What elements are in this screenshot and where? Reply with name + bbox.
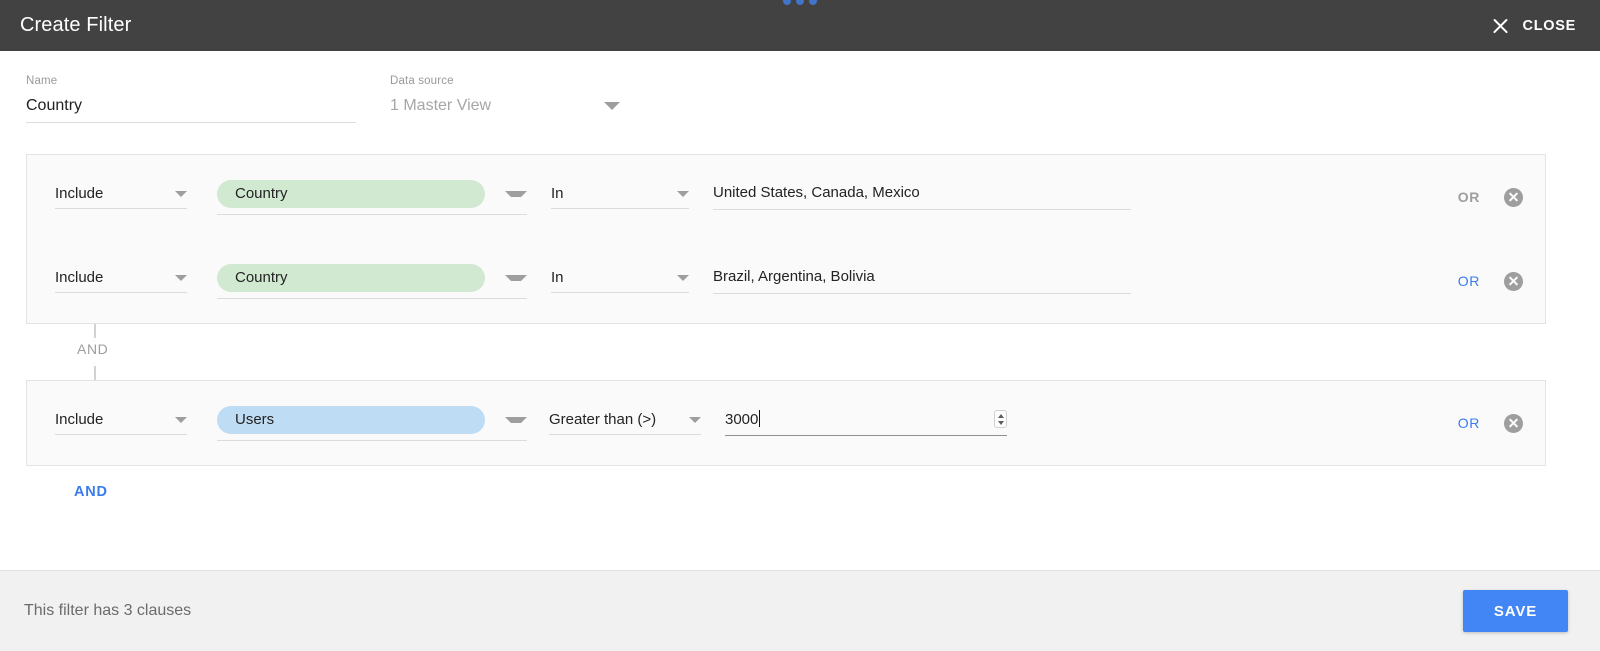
operator-value: In [551, 185, 564, 202]
filter-name-value: Country [26, 97, 83, 114]
connector-line-top [94, 324, 96, 338]
metric-select[interactable]: Users [217, 405, 527, 441]
clause-number-value: 3000 [725, 410, 761, 428]
add-and-clause-button[interactable]: AND [74, 484, 108, 500]
filter-name-label: Name [26, 75, 58, 87]
clause-value-input[interactable]: United States, Canada, Mexico [713, 184, 1131, 210]
text-cursor [759, 410, 761, 427]
clause-value: Brazil, Argentina, Bolivia [713, 268, 875, 285]
connector-line-bottom [94, 366, 96, 380]
operator-select[interactable]: In [551, 269, 689, 293]
or-button[interactable]: OR [1458, 189, 1480, 205]
operator-select[interactable]: In [551, 185, 689, 209]
data-source-label: Data source [390, 75, 454, 87]
dimension-chip: Country [217, 263, 485, 292]
chevron-down-icon [505, 416, 527, 423]
clause-area: Include Country In United States, Canada… [0, 154, 1600, 570]
and-connector: AND [26, 324, 1546, 380]
operator-value: Greater than (>) [549, 411, 657, 428]
dimension-select[interactable]: Country [217, 263, 527, 299]
or-button[interactable]: OR [1458, 415, 1480, 431]
chevron-down-icon [175, 190, 187, 197]
chevron-down-icon [505, 274, 527, 281]
chevron-down-icon [604, 102, 620, 110]
remove-clause-icon[interactable] [1504, 413, 1523, 433]
clause-row: Include Users Greater than (>) 3000 OR [27, 381, 1545, 465]
filter-meta-fields: Name Country Data source 1 Master View [0, 51, 1600, 154]
clause-row-actions: OR [1458, 187, 1523, 207]
operator-value: In [551, 269, 564, 286]
dialog-footer: This filter has 3 clauses SAVE [0, 570, 1600, 651]
or-button[interactable]: OR [1458, 273, 1480, 289]
filter-name-input[interactable]: Country [26, 97, 356, 123]
data-source-value: 1 Master View [390, 97, 492, 114]
close-icon [1490, 16, 1510, 36]
clause-row-actions: OR [1458, 271, 1523, 291]
stepper-down-icon[interactable] [997, 420, 1004, 425]
clause-count-status: This filter has 3 clauses [24, 602, 192, 619]
clause-number-input[interactable]: 3000 [725, 410, 1007, 436]
chevron-down-icon [175, 416, 187, 423]
data-source-field: Data source 1 Master View [390, 75, 620, 154]
close-button-label: CLOSE [1522, 17, 1576, 34]
data-source-select[interactable]: 1 Master View [390, 97, 620, 122]
dimension-select[interactable]: Country [217, 179, 527, 215]
clause-row: Include Country In United States, Canada… [27, 155, 1545, 239]
dimension-chip: Country [217, 179, 485, 208]
chevron-down-icon [677, 190, 689, 197]
clause-group: Include Country In United States, Canada… [26, 154, 1546, 324]
more-dots-icon [783, 0, 817, 5]
clause-value-input[interactable]: Brazil, Argentina, Bolivia [713, 268, 1131, 294]
clause-row: Include Country In Brazil, Argentina, Bo… [27, 239, 1545, 323]
remove-clause-icon[interactable] [1504, 271, 1523, 291]
chevron-down-icon [505, 190, 527, 197]
include-value: Include [55, 411, 104, 428]
filter-name-field: Name Country [26, 75, 356, 154]
clause-value: United States, Canada, Mexico [713, 184, 920, 201]
dialog-titlebar: Create Filter CLOSE [0, 0, 1600, 51]
chevron-down-icon [689, 416, 701, 423]
close-button[interactable]: CLOSE [1490, 16, 1576, 36]
chevron-down-icon [175, 274, 187, 281]
include-select[interactable]: Include [55, 185, 187, 209]
operator-select[interactable]: Greater than (>) [549, 411, 701, 435]
remove-clause-icon[interactable] [1504, 187, 1523, 207]
include-value: Include [55, 269, 104, 286]
save-button[interactable]: SAVE [1463, 590, 1568, 632]
page-title: Create Filter [20, 14, 132, 36]
clause-row-actions: OR [1458, 413, 1523, 433]
include-select[interactable]: Include [55, 411, 187, 435]
include-value: Include [55, 185, 104, 202]
metric-chip: Users [217, 405, 485, 434]
clause-group: Include Users Greater than (>) 3000 OR [26, 380, 1546, 466]
number-stepper[interactable] [994, 410, 1007, 428]
chevron-down-icon [677, 274, 689, 281]
stepper-up-icon[interactable] [997, 413, 1004, 418]
include-select[interactable]: Include [55, 269, 187, 293]
create-filter-dialog: Create Filter CLOSE Name Country Data so… [0, 0, 1600, 651]
and-connector-label: AND [76, 341, 110, 357]
